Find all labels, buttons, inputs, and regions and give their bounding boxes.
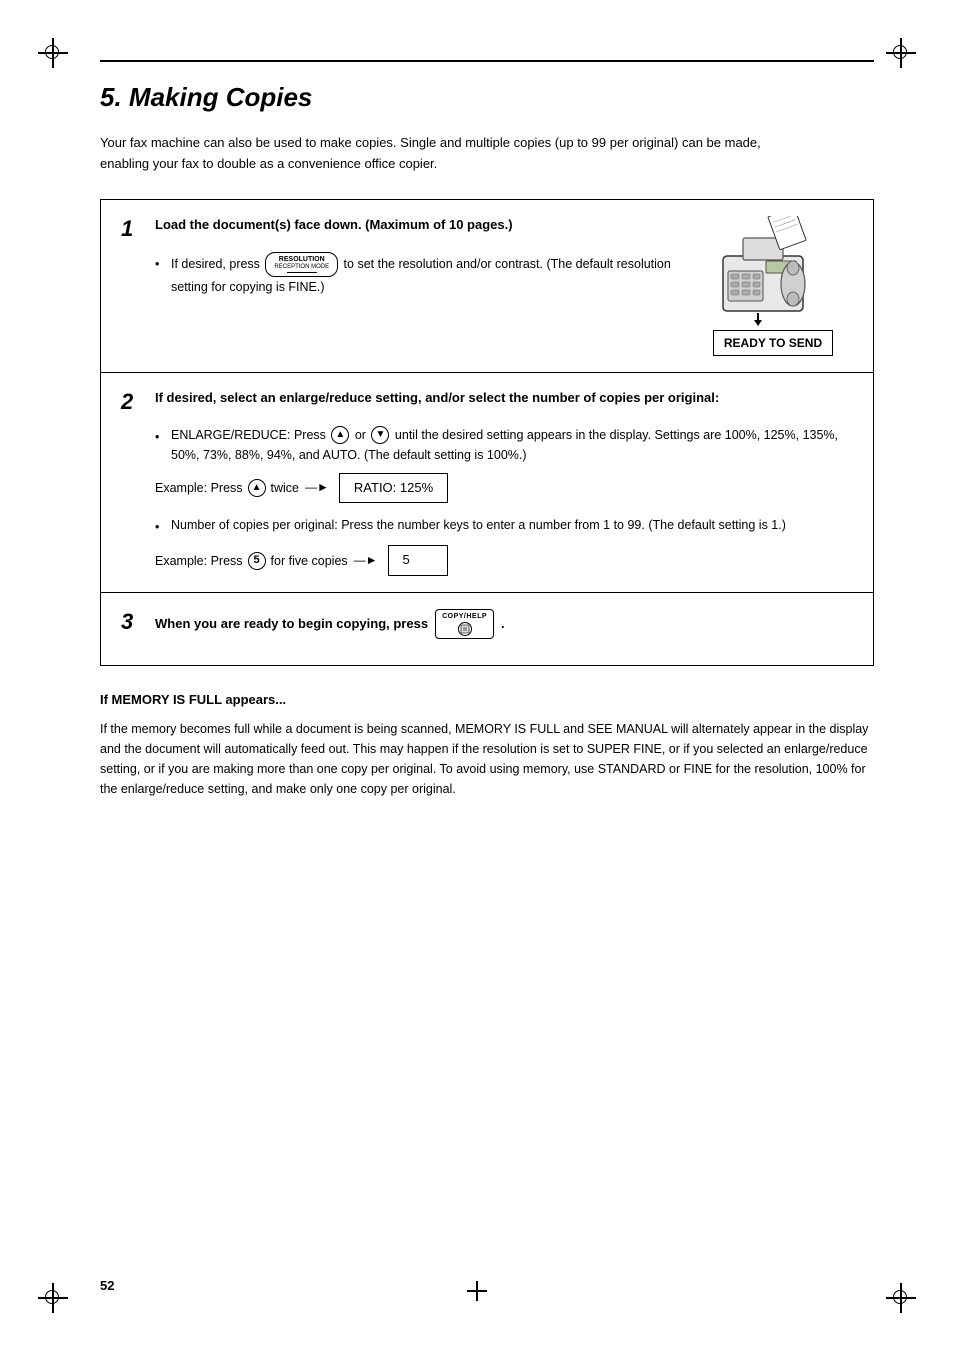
intro-text: Your fax machine can also be used to mak… [100, 133, 780, 175]
step-2-bullet-2-text: Number of copies per original: Press the… [171, 515, 853, 535]
example1-twice: twice [271, 478, 299, 498]
step-3-section: 3 When you are ready to begin copying, p… [101, 593, 873, 665]
bullet-dot-2: • [155, 427, 165, 447]
step-3-header: 3 When you are ready to begin copying, p… [121, 609, 853, 639]
ready-to-send-display: READY TO SEND [713, 330, 833, 356]
chapter-title: 5. Making Copies [100, 82, 874, 113]
copy-help-icon [458, 622, 472, 636]
step-1-bullet-text: If desired, press RESOLUTION RECEPTION M… [171, 252, 683, 298]
step-2-section: 2 If desired, select an enlarge/reduce s… [101, 373, 873, 594]
memory-full-section: If MEMORY IS FULL appears... If the memo… [100, 690, 874, 799]
step-2-content: • ENLARGE/REDUCE: Press ▲ or ▼ until the… [155, 425, 853, 577]
step-3-number: 3 [121, 609, 145, 635]
step-2-header: 2 If desired, select an enlarge/reduce s… [121, 389, 853, 415]
top-rule [100, 60, 874, 62]
corner-mark-tl [38, 38, 68, 68]
step-1-number: 1 [121, 216, 145, 242]
resolution-mode-button[interactable]: RESOLUTION RECEPTION MODE [265, 252, 338, 278]
corner-mark-br [886, 1283, 916, 1313]
step-2-bullet-1-text: ENLARGE/REDUCE: Press ▲ or ▼ until the d… [171, 425, 853, 465]
step-1-content: • If desired, press RESOLUTION RECEPTION… [155, 252, 683, 298]
step-2-bullet-1: • ENLARGE/REDUCE: Press ▲ or ▼ until the… [155, 425, 853, 465]
up-button[interactable]: ▲ [331, 426, 349, 444]
bullet-dot-3: • [155, 517, 165, 537]
bullet-dot: • [155, 254, 165, 274]
step-2-example-1: Example: Press ▲ twice —► RATIO: 125% [155, 473, 853, 504]
corner-mark-tr [886, 38, 916, 68]
step-2-number: 2 [121, 389, 145, 415]
step-2-example-2: Example: Press 5 for five copies —► 5 [155, 545, 853, 576]
step-2-title: If desired, select an enlarge/reduce set… [155, 389, 853, 407]
step-1-right: READY TO SEND [693, 216, 853, 356]
bottom-center-cross [467, 1281, 487, 1301]
fax-illustration [708, 216, 838, 326]
page: 5. Making Copies Your fax machine can al… [0, 0, 954, 1351]
step-3-suffix: . [501, 615, 505, 633]
step-1-title: Load the document(s) face down. (Maximum… [155, 216, 683, 234]
page-number: 52 [100, 1278, 114, 1293]
ratio-display: RATIO: 125% [339, 473, 448, 504]
example2-5-button[interactable]: 5 [248, 552, 266, 570]
step-3-title: When you are ready to begin copying, pre… [155, 609, 853, 639]
copy-help-button[interactable]: COPY/HELP [435, 609, 494, 639]
example1-prefix: Example: Press [155, 478, 243, 498]
step-1-section: 1 Load the document(s) face down. (Maxim… [101, 200, 873, 373]
corner-mark-bl [38, 1283, 68, 1313]
step-3-prefix: When you are ready to begin copying, pre… [155, 615, 428, 633]
copies-display: 5 [388, 545, 448, 576]
arrow-2: —► [354, 551, 378, 570]
steps-box: 1 Load the document(s) face down. (Maxim… [100, 199, 874, 667]
arrow-1: —► [305, 478, 329, 497]
example2-mid: for five copies [271, 551, 348, 571]
step-2-bullet-2: • Number of copies per original: Press t… [155, 515, 853, 537]
step-1-header: 1 Load the document(s) face down. (Maxim… [121, 216, 683, 242]
example1-up-button[interactable]: ▲ [248, 479, 266, 497]
down-button[interactable]: ▼ [371, 426, 389, 444]
memory-full-title: If MEMORY IS FULL appears... [100, 690, 874, 711]
step-1-bullet-1: • If desired, press RESOLUTION RECEPTION… [155, 252, 683, 298]
memory-full-text: If the memory becomes full while a docum… [100, 719, 874, 799]
example2-prefix: Example: Press [155, 551, 243, 571]
